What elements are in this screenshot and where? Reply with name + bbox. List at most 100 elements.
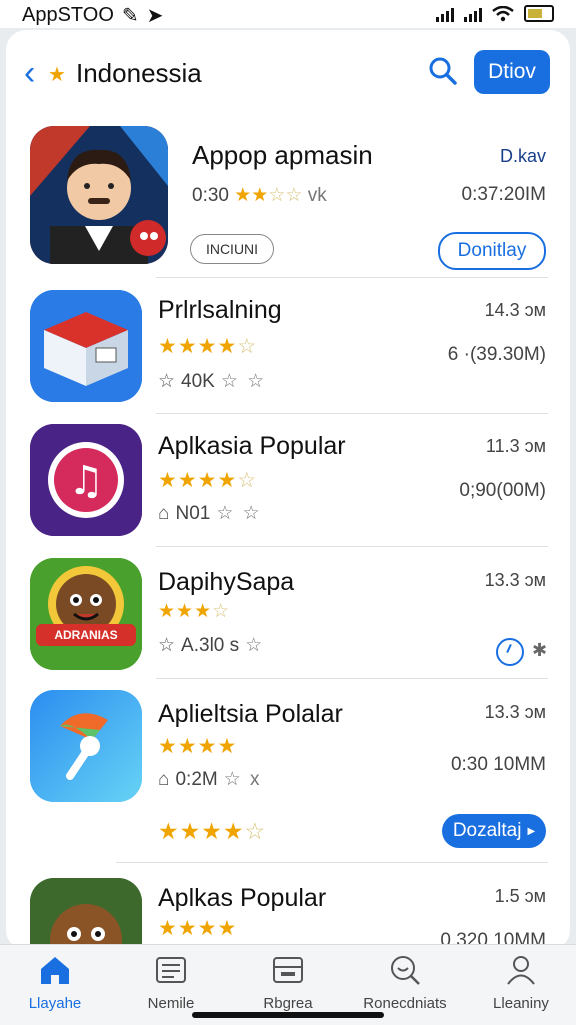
app-size: 14.3 ɔм bbox=[484, 300, 546, 320]
box-icon bbox=[30, 290, 142, 402]
brush-icon bbox=[30, 690, 142, 802]
app-icon-paint bbox=[30, 690, 142, 802]
status-left: AppSTOO ✎ ➤ bbox=[22, 3, 163, 28]
review-count: A.3l0 s bbox=[181, 635, 240, 656]
app-name: Aplieltsia Polalar bbox=[158, 700, 343, 728]
list-item[interactable]: ADRANIAS DapihySapa ★★★☆ ☆ A.3l0 s ☆ 13.3 … bbox=[6, 554, 570, 684]
app-size: 13.3 ɔм bbox=[484, 570, 546, 590]
app-name: Appop apmasin bbox=[192, 140, 373, 170]
tab-search[interactable]: Ronecdniats bbox=[350, 951, 460, 1012]
person-illustration-icon bbox=[30, 126, 168, 264]
star-outline-icon: ☆ bbox=[158, 635, 176, 656]
card-icon bbox=[233, 951, 343, 989]
stars: ★★★☆ bbox=[158, 601, 231, 622]
signal-icon bbox=[436, 6, 454, 22]
stars: ★★★★ bbox=[158, 735, 238, 758]
search-bubble-icon bbox=[350, 951, 460, 989]
tab-label: Llayahe bbox=[28, 995, 82, 1012]
app-size: 11.3 ɔм bbox=[485, 436, 546, 456]
tab-list[interactable]: Nemile bbox=[116, 951, 226, 1012]
app-name: DapihySapa bbox=[158, 568, 295, 596]
app-meta: ☆ A.3l0 s ☆ bbox=[158, 635, 265, 656]
status-icons bbox=[436, 5, 554, 22]
wifi-icon bbox=[492, 5, 514, 21]
category-tag: INCIUNI bbox=[190, 234, 274, 264]
rating-tail: vk bbox=[307, 185, 327, 206]
header-action-button[interactable]: Dtiov bbox=[474, 50, 550, 94]
app-name: Prlrlsalning bbox=[158, 296, 282, 324]
status-bar: AppSTOO ✎ ➤ bbox=[0, 0, 576, 28]
header: ‹ ★ Indonessia Dtiov bbox=[6, 30, 570, 116]
review-count: N01 bbox=[175, 503, 211, 524]
list-item[interactable]: Aplkas Popular ★★★★ 1.5 ɔм 0.320 10MM bbox=[6, 870, 570, 950]
app-icon-game: ADRANIAS bbox=[30, 558, 142, 670]
app-duration: 6 ·(39.30M) bbox=[447, 344, 546, 365]
stars: ★★★★☆ bbox=[158, 469, 258, 492]
animal-icon bbox=[30, 878, 142, 950]
app-name: Aplkas Popular bbox=[158, 884, 327, 912]
rating-text: 0:30 bbox=[192, 185, 229, 206]
download-button[interactable]: Dozaltaj ▶ bbox=[442, 814, 546, 848]
download-button[interactable]: Donitlay bbox=[438, 232, 546, 270]
app-meta: 0:30 ★★☆☆ vk bbox=[192, 185, 327, 206]
star-icon: ★ bbox=[48, 64, 66, 86]
tab-profile[interactable]: Lleaniny bbox=[466, 951, 576, 1012]
back-chevron-icon[interactable]: ‹ bbox=[24, 56, 35, 90]
edit-icon: ✎ bbox=[121, 5, 139, 27]
list-item[interactable]: ♫ Aplkasia Popular ★★★★☆ ⌂ N01 ☆ ☆ 11.3 ɔм… bbox=[6, 420, 570, 550]
app-duration: 0;90(00M) bbox=[459, 480, 546, 501]
location-arrow-icon: ➤ bbox=[146, 5, 164, 27]
more-icon[interactable]: ✱ bbox=[532, 640, 547, 661]
download-button-label: Dozaltaj bbox=[452, 820, 522, 841]
second-stars: ★★★★☆ bbox=[158, 818, 267, 844]
person-icon bbox=[466, 951, 576, 989]
divider bbox=[116, 862, 548, 863]
home-indicator bbox=[192, 1012, 384, 1018]
app-duration: 0:30 10MM bbox=[450, 754, 546, 775]
divider bbox=[156, 277, 548, 278]
home-icon bbox=[0, 951, 110, 989]
app-meta: ⌂ N01 ☆ ☆ bbox=[158, 503, 262, 524]
app-icon-agent bbox=[30, 126, 168, 264]
app-duration: 0:37:20IM bbox=[461, 184, 547, 205]
status-app-name: AppSTOO bbox=[22, 4, 114, 26]
divider bbox=[156, 678, 548, 679]
app-list-card: ‹ ★ Indonessia Dtiov Appop apmasin 0:30 … bbox=[6, 30, 570, 950]
stars: ★★ bbox=[234, 185, 269, 206]
tab-home[interactable]: Llayahe bbox=[0, 951, 110, 1012]
list-item[interactable]: Appop apmasin 0:30 ★★☆☆ vk D.kav 0:37:20… bbox=[6, 124, 570, 274]
app-size: 1.5 ɔм bbox=[494, 886, 546, 906]
divider bbox=[156, 413, 548, 414]
app-meta: ⌂ 0:2M ☆ x bbox=[158, 769, 260, 790]
app-icon-box bbox=[30, 290, 142, 402]
tab-label: Ronecdniats bbox=[363, 995, 447, 1012]
character-icon bbox=[30, 558, 142, 670]
play-icon: ▶ bbox=[527, 825, 536, 837]
divider bbox=[156, 546, 548, 547]
app-icon-music: ♫ bbox=[30, 424, 142, 536]
list-item[interactable]: Prlrlsalning ★★★★☆ ☆ 40K ☆ ☆ 14.3 ɔм 6 ·(3… bbox=[6, 284, 570, 414]
list-icon bbox=[116, 951, 226, 989]
search-icon[interactable] bbox=[428, 56, 458, 86]
lock-icon: ⌂ bbox=[158, 503, 170, 524]
tab-label: Lleaniny bbox=[493, 995, 549, 1012]
list-item[interactable]: Aplieltsia Polalar ★★★★ ⌂ 0:2M ☆ x 13.3 ɔм… bbox=[6, 686, 570, 862]
meta-tail: x bbox=[250, 769, 260, 790]
review-count: 0:2M bbox=[175, 769, 218, 790]
app-size: 13.3 ɔм bbox=[484, 702, 546, 722]
game-badge-text: ADRANIAS bbox=[54, 628, 118, 642]
timer-icon[interactable] bbox=[496, 638, 524, 666]
app-size: D.kav bbox=[499, 146, 546, 166]
music-note-icon: ♫ bbox=[30, 424, 142, 536]
app-icon-animal bbox=[30, 878, 142, 950]
clock-icon: ⌂ bbox=[158, 769, 170, 790]
review-count: 40K bbox=[181, 371, 215, 392]
tab-card[interactable]: Rbgrea bbox=[233, 951, 343, 1012]
stars: ★★★★☆ bbox=[158, 335, 258, 358]
battery-icon bbox=[524, 5, 554, 22]
stars: ★★★★ bbox=[158, 917, 238, 940]
tab-label: Rbgrea bbox=[263, 995, 313, 1012]
tab-label: Nemile bbox=[147, 995, 195, 1012]
app-meta: ☆ 40K ☆ ☆ bbox=[158, 371, 267, 392]
signal-secondary-icon bbox=[464, 6, 482, 22]
